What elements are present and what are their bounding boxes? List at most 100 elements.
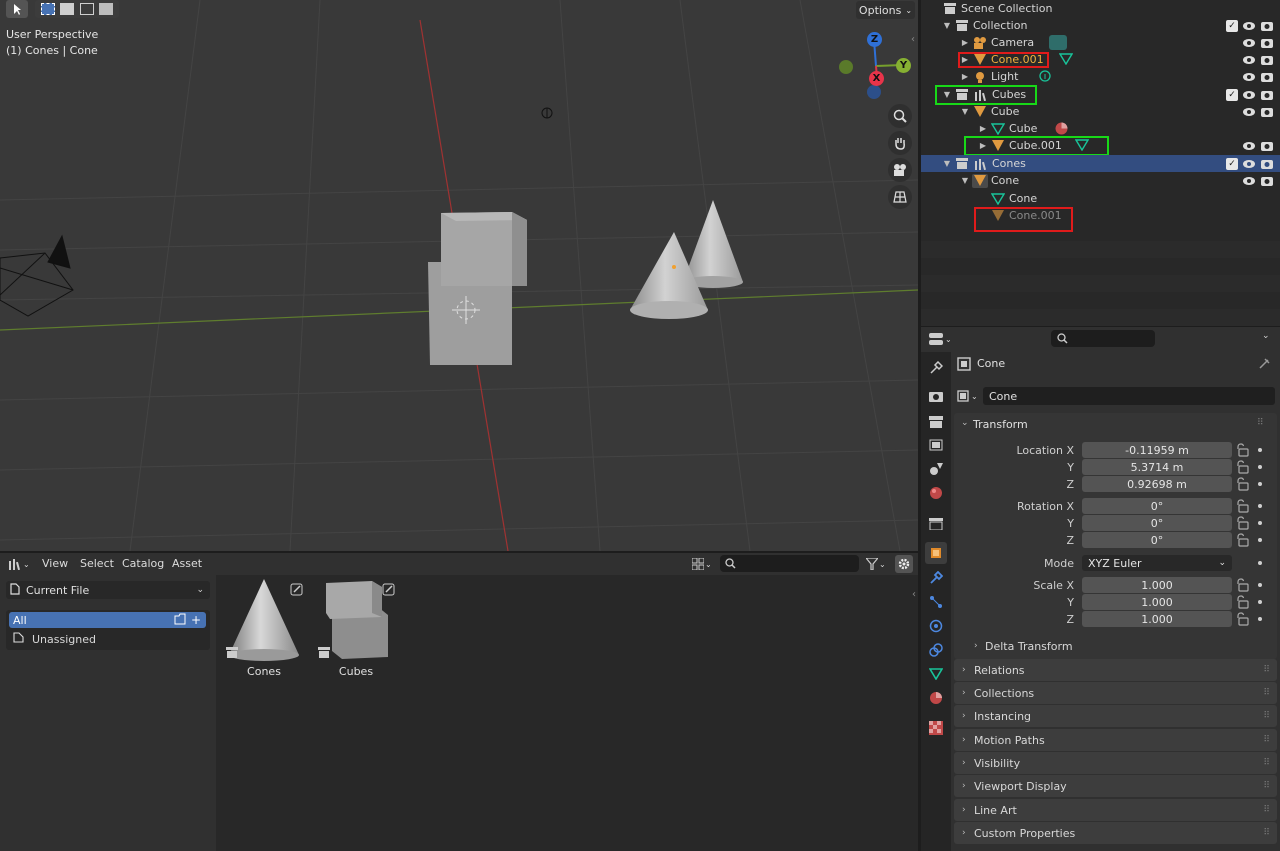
select-invert-icon[interactable] <box>99 3 114 15</box>
lock-icon[interactable] <box>1235 460 1249 474</box>
display-mode-icon[interactable]: ⌄ <box>692 557 716 571</box>
asset-browser[interactable]: ⌄ View Select Catalog Asset ⌄ ⌄ Current … <box>0 553 918 851</box>
camera-render-icon[interactable] <box>1261 106 1273 118</box>
scale-x-field[interactable]: 1.000 <box>1082 577 1232 593</box>
expand-triangle-icon[interactable]: ▼ <box>943 159 951 168</box>
menu-view[interactable]: View <box>42 557 68 570</box>
scale-y-field[interactable]: 1.000 <box>1082 594 1232 610</box>
expand-triangle-icon[interactable]: ▶ <box>961 72 969 81</box>
location-y-field[interactable]: 5.3714 m <box>1082 459 1232 475</box>
menu-select[interactable]: Select <box>80 557 114 570</box>
lock-icon[interactable] <box>1235 477 1249 491</box>
modifier-tab-icon[interactable] <box>925 567 947 589</box>
filter-icon[interactable]: ⌄ <box>866 557 890 571</box>
particles-tab-icon[interactable] <box>925 591 947 613</box>
outliner-row-camera[interactable]: ▶ Camera <box>921 34 1280 51</box>
viewport-display-panel[interactable]: › Viewport Display ⠿ <box>954 775 1277 797</box>
keyframe-dot-icon[interactable] <box>1258 538 1262 542</box>
collection-checkbox[interactable]: ✓ <box>1226 157 1238 170</box>
properties-search-input[interactable] <box>1051 330 1155 347</box>
expand-triangle-icon[interactable]: ▼ <box>943 21 951 30</box>
eye-icon[interactable] <box>1243 175 1255 187</box>
physics-tab-icon[interactable] <box>925 615 947 637</box>
collections-panel[interactable]: › Collections ⠿ <box>954 682 1277 704</box>
edit-asset-icon[interactable] <box>290 583 303 599</box>
eye-icon[interactable] <box>1243 106 1255 118</box>
camera-render-icon[interactable] <box>1261 140 1273 152</box>
location-z-field[interactable]: 0.92698 m <box>1082 476 1232 492</box>
lock-icon[interactable] <box>1235 516 1249 530</box>
drag-grip-icon[interactable]: ⠿ <box>1263 688 1270 698</box>
expand-triangle-icon[interactable]: ▼ <box>961 176 969 185</box>
camera-render-icon[interactable] <box>1261 71 1273 83</box>
scale-z-field[interactable]: 1.000 <box>1082 611 1232 627</box>
outliner-row-light[interactable]: ▶ Light <box>921 68 1280 85</box>
camera-render-icon[interactable] <box>1261 158 1273 170</box>
drag-grip-icon[interactable]: ⠿ <box>1263 735 1270 745</box>
collection-tab-icon[interactable] <box>925 513 947 535</box>
datablock-browse-icon[interactable]: ⌄ <box>957 387 981 405</box>
eye-icon[interactable] <box>1243 20 1255 32</box>
properties-editor[interactable]: ⌄ ⌄ Cone ⌄ Cone ⌄ Transform ⠿ Location X… <box>921 327 1280 851</box>
world-tab-icon[interactable] <box>925 482 947 504</box>
expand-triangle-icon[interactable]: ▶ <box>961 38 969 47</box>
object-tab-icon[interactable] <box>925 542 947 564</box>
drag-grip-icon[interactable]: ⠿ <box>1257 418 1264 428</box>
rotation-x-field[interactable]: 0° <box>1082 498 1232 514</box>
collection-checkbox[interactable]: ✓ <box>1226 19 1238 32</box>
material-tab-icon[interactable] <box>925 687 947 709</box>
keyframe-dot-icon[interactable] <box>1258 465 1262 469</box>
drag-grip-icon[interactable]: ⠿ <box>1263 711 1270 721</box>
view-layer-tab-icon[interactable] <box>925 434 947 456</box>
render-tab-icon[interactable] <box>925 385 947 407</box>
output-tab-icon[interactable] <box>925 411 947 433</box>
drag-grip-icon[interactable]: ⠿ <box>1263 828 1270 838</box>
asset-browser-editor-icon[interactable]: ⌄ <box>8 557 32 571</box>
gizmo-x-axis[interactable]: X <box>869 71 884 86</box>
catalog-item-unassigned[interactable]: Unassigned <box>9 631 206 647</box>
rotation-mode-dropdown[interactable]: XYZ Euler ⌄ <box>1082 555 1232 571</box>
drag-grip-icon[interactable]: ⠿ <box>1263 805 1270 815</box>
eye-icon[interactable] <box>1243 140 1255 152</box>
drag-grip-icon[interactable]: ⠿ <box>1263 665 1270 675</box>
menu-asset[interactable]: Asset <box>172 557 202 570</box>
tool-tab-icon[interactable] <box>925 357 947 379</box>
object-name-field[interactable]: Cone <box>983 387 1275 405</box>
expand-triangle-icon[interactable]: ▶ <box>979 124 987 133</box>
chevron-down-icon[interactable]: ⌄ <box>961 418 969 428</box>
gizmo-z-axis[interactable]: Z <box>867 32 882 47</box>
lock-icon[interactable] <box>1235 443 1249 457</box>
outliner-row-cube[interactable]: ▼ Cube <box>921 103 1280 120</box>
asset-library-dropdown[interactable]: Current File ⌄ <box>6 581 210 599</box>
outliner-row-cube-mesh[interactable]: ▶ Cube <box>921 120 1280 137</box>
keyframe-dot-icon[interactable] <box>1258 482 1262 486</box>
keyframe-dot-icon[interactable] <box>1258 504 1262 508</box>
collection-checkbox[interactable]: ✓ <box>1226 88 1238 101</box>
selection-mode-buttons[interactable] <box>35 0 119 18</box>
transform-panel-title[interactable]: Transform <box>973 418 1028 431</box>
pan-hand-icon[interactable] <box>888 131 912 155</box>
camera-render-icon[interactable] <box>1261 54 1273 66</box>
constraints-tab-icon[interactable] <box>925 639 947 661</box>
relations-panel[interactable]: › Relations ⠿ <box>954 659 1277 681</box>
keyframe-dot-icon[interactable] <box>1258 617 1262 621</box>
outliner-row-cones-collection[interactable]: ▼ Cones ✓ <box>921 155 1280 172</box>
instancing-panel[interactable]: › Instancing ⠿ <box>954 705 1277 727</box>
data-tab-icon[interactable] <box>925 663 947 685</box>
zoom-icon[interactable] <box>888 104 912 128</box>
drag-grip-icon[interactable]: ⠿ <box>1263 758 1270 768</box>
outliner-row-collection[interactable]: ▼ Collection ✓ <box>921 17 1280 34</box>
outliner-row-cone[interactable]: ▼ Cone <box>921 172 1280 189</box>
catalog-item-all[interactable]: All + <box>9 612 206 628</box>
rotation-z-field[interactable]: 0° <box>1082 532 1232 548</box>
camera-render-icon[interactable] <box>1261 89 1273 101</box>
outliner-row-cone-mesh[interactable]: Cone <box>921 190 1280 207</box>
lock-icon[interactable] <box>1235 578 1249 592</box>
outliner-panel[interactable]: Scene Collection ▼ Collection ✓ ▶ Camera… <box>921 0 1280 326</box>
chevron-down-icon[interactable]: ⌄ <box>1262 331 1270 341</box>
motion-paths-panel[interactable]: › Motion Paths ⠿ <box>954 729 1277 751</box>
new-catalog-icon[interactable] <box>174 613 186 628</box>
eye-icon[interactable] <box>1243 37 1255 49</box>
rotation-y-field[interactable]: 0° <box>1082 515 1232 531</box>
expand-triangle-icon[interactable]: ▼ <box>961 107 969 116</box>
